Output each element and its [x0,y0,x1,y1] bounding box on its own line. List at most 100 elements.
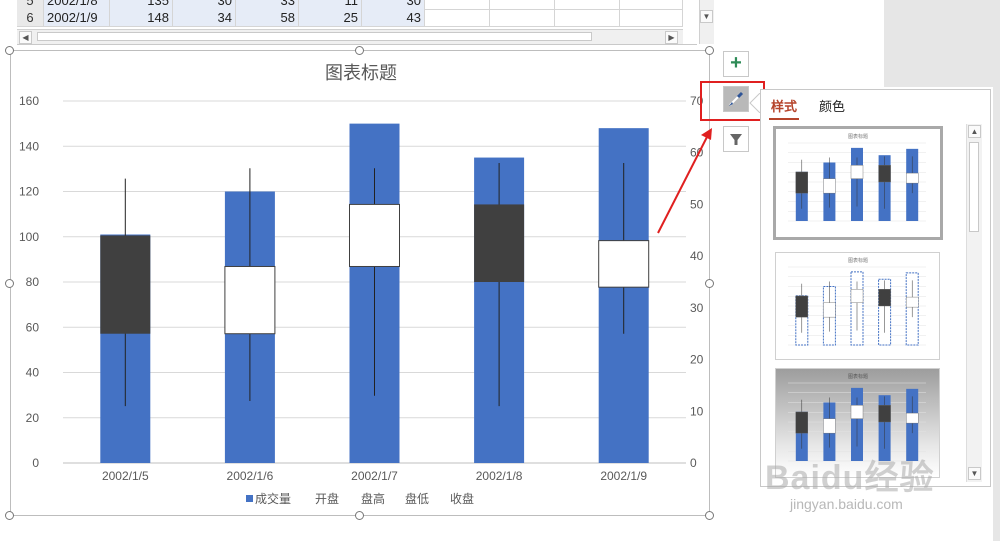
high-cell[interactable]: 58 [236,8,299,27]
scrollbar-thumb[interactable] [969,142,979,232]
legend-swatch [246,495,253,502]
up-candle-box [598,240,650,288]
scroll-up-icon[interactable]: ▲ [968,125,981,138]
thumbnail-chart: 图表标题 [788,133,926,222]
x-tick-label: 2002/1/9 [600,469,647,483]
scroll-down-icon[interactable]: ▼ [700,10,713,23]
thumbnail-candle [823,178,836,194]
resize-handle[interactable] [355,46,364,55]
y2-tick-label: 10 [690,404,704,418]
thumbnail-candle [905,296,919,308]
y-tick-label: 160 [19,94,39,108]
chart-title[interactable]: 图表标题 [325,63,397,83]
resize-handle[interactable] [5,46,14,55]
y-tick-label: 60 [26,320,40,334]
scroll-right-icon[interactable]: ▶ [665,31,678,44]
scroll-down-icon[interactable]: ▼ [968,467,981,480]
chart-elements-button[interactable]: + [723,51,749,77]
chart-style-pane: 样式 颜色 图表标题 图表标题 图表标题 ▲ ▼ [760,89,991,487]
y-tick-label: 40 [26,366,40,380]
thumbnail-candle [878,405,891,423]
thumbnail-candle [905,412,919,424]
thumbnail-candle [850,405,864,419]
y2-tick-label: 50 [690,197,704,211]
stock-chart: 0204060801001201401600102030405060702002… [19,63,704,506]
y2-tick-label: 0 [690,456,697,470]
thumbnail-candle [823,418,836,434]
resize-handle[interactable] [705,511,714,520]
up-candle-box [349,203,400,267]
empty-cell[interactable] [620,8,683,27]
y-tick-label: 0 [32,456,39,470]
up-candle-box [224,265,276,335]
thumbnail-candle [795,171,808,194]
x-tick-label: 2002/1/5 [102,469,149,483]
legend-item: 开盘 [315,491,339,506]
vertical-scrollbar[interactable]: ▼ [699,0,714,44]
resize-handle[interactable] [705,279,714,288]
open-cell[interactable]: 34 [173,8,236,27]
down-candle-box [100,235,151,334]
y2-tick-label: 40 [690,249,704,263]
volume-cell[interactable]: 148 [110,8,173,27]
x-tick-label: 2002/1/6 [227,469,274,483]
resize-handle[interactable] [5,511,14,520]
thumbnail-candle [795,295,808,318]
legend-item: 成交量 [255,491,291,506]
thumbnail-candle [850,165,864,179]
close-cell[interactable]: 43 [362,8,425,27]
scrollbar-thumb[interactable] [37,32,592,41]
background-panel [884,0,1000,87]
thumbnail-title: 图表标题 [848,373,868,380]
plus-icon: + [730,52,742,74]
date-cell[interactable]: 2002/1/9 [44,8,110,27]
y-tick-label: 120 [19,185,39,199]
legend-item: 盘高 [361,491,385,506]
legend-item: 盘低 [405,491,429,506]
active-tab-indicator [769,118,799,120]
thumbnail-candle [905,172,919,184]
style-thumbnail-1[interactable]: 图表标题 [773,126,943,240]
style-thumbnail-2[interactable]: 图表标题 [775,252,940,360]
scroll-left-icon[interactable]: ◀ [19,31,32,44]
resize-handle[interactable] [355,511,364,520]
y-tick-label: 20 [26,411,40,425]
y2-tick-label: 60 [690,146,704,160]
x-tick-label: 2002/1/8 [476,469,523,483]
x-tick-label: 2002/1/7 [351,469,398,483]
resize-handle[interactable] [5,279,14,288]
tab-style[interactable]: 样式 [771,96,797,115]
thumbnail-chart: 图表标题 [788,257,926,346]
y2-tick-label: 20 [690,353,704,367]
resize-handle[interactable] [705,46,714,55]
y2-tick-label: 30 [690,301,704,315]
pane-pointer [749,93,760,113]
thumbnail-candle [878,165,891,183]
low-cell[interactable]: 25 [299,8,362,27]
down-candle-box [474,204,525,282]
filter-icon [730,134,742,145]
y-tick-label: 80 [26,275,40,289]
empty-cell[interactable] [425,8,490,27]
thumbnail-candle [795,411,808,434]
watermark-logo: Baidu经验 [765,459,935,497]
y-tick-label: 140 [19,139,39,153]
empty-cell[interactable] [555,8,620,27]
table-row: 6 2002/1/9 148 34 58 25 43 [17,8,683,27]
thumbnail-candle [850,289,864,303]
legend-item: 收盘 [450,491,474,506]
thumbnail-title: 图表标题 [848,133,868,140]
background-panel [993,0,1000,541]
horizontal-scrollbar[interactable]: ◀ ▶ [17,29,683,44]
thumbnail-title: 图表标题 [848,257,868,264]
chart-area[interactable]: 0 20 40 60 80 100 120 140 160 0 10 20 30 40 50 60 70 2002… [10,50,710,516]
thumbnail-candle [823,302,836,318]
chart-filters-button[interactable] [723,126,749,152]
y-tick-label: 100 [19,230,39,244]
thumbnail-candle [878,289,891,307]
row-header[interactable]: 6 [17,8,44,27]
pane-scrollbar[interactable]: ▲ ▼ [966,124,982,482]
empty-cell[interactable] [490,8,555,27]
watermark-url: jingyan.baidu.com [790,496,903,512]
tab-color[interactable]: 颜色 [819,96,845,115]
